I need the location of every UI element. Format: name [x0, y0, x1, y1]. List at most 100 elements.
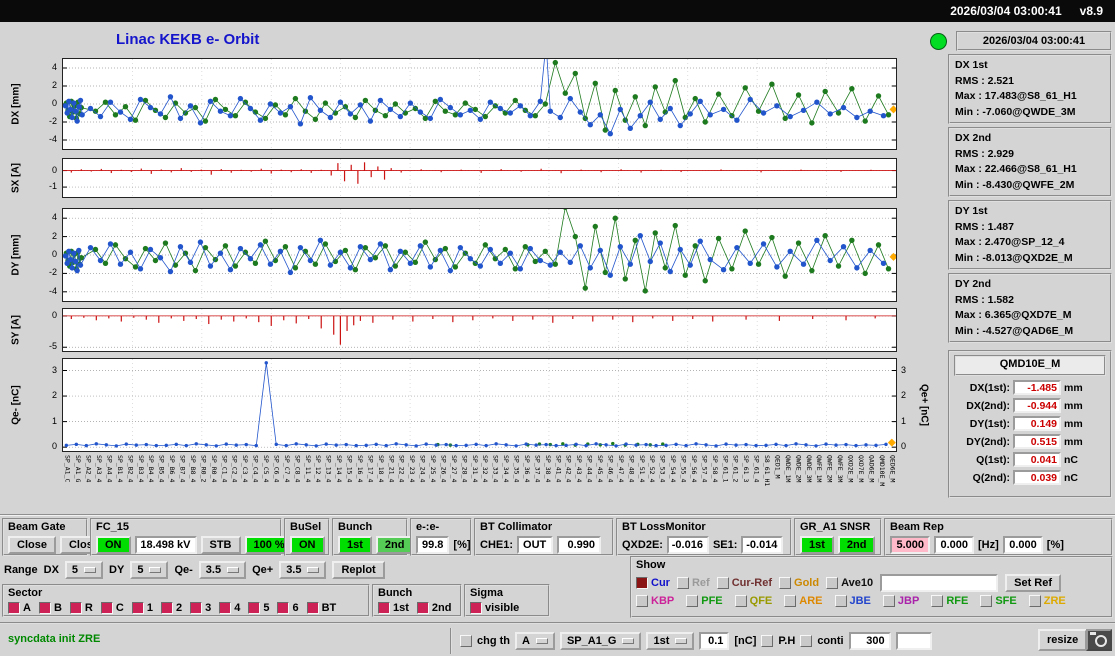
chg-th-checkbox[interactable] [460, 635, 472, 647]
sector-1-toggle[interactable]: 1 [131, 602, 153, 614]
checkbox[interactable] [980, 595, 993, 607]
conti-checkbox[interactable] [800, 635, 813, 647]
sector-a-toggle[interactable]: A [8, 602, 31, 614]
checkbox[interactable] [779, 577, 792, 589]
checkbox[interactable] [248, 602, 261, 614]
sigma-visible-toggle[interactable]: visible [470, 602, 519, 614]
show-gold-toggle[interactable]: Gold [779, 577, 819, 589]
show-qfe-toggle[interactable]: QFE [734, 595, 772, 607]
show-sfe-toggle[interactable]: SFE [980, 595, 1017, 607]
bpm-label: SP_B8_4 [188, 455, 197, 483]
checkbox[interactable] [416, 602, 429, 614]
sector-bt-toggle[interactable]: BT [306, 602, 336, 614]
bpm-label: SP_B4_4 [147, 455, 156, 483]
bpm-label: SP_R0_2 [199, 455, 208, 483]
screenshot-button[interactable] [1086, 629, 1112, 651]
sector-c-toggle[interactable]: C [100, 602, 124, 614]
threshold-field[interactable]: 0.1 [699, 632, 730, 650]
checkbox[interactable] [676, 577, 689, 589]
checkbox[interactable] [784, 595, 797, 607]
stats-max: Max : 17.483@S8_61_H1 [955, 90, 1077, 102]
checkbox[interactable] [160, 602, 173, 614]
range-dy-select[interactable]: 5 [130, 561, 169, 579]
checkbox[interactable] [1028, 595, 1041, 607]
bunch-1st-button[interactable]: 1st [338, 536, 372, 554]
sigma-visible-checkbox[interactable] [470, 602, 482, 614]
bpm-label: SP_44_4 [585, 455, 594, 483]
stats-max: Max : 2.470@SP_12_4 [955, 236, 1065, 248]
ref-name-input[interactable] [880, 574, 999, 592]
checkbox[interactable] [716, 577, 729, 589]
sector-2-toggle[interactable]: 2 [160, 602, 182, 614]
aux-input[interactable] [895, 632, 932, 650]
bunch-1st-toggle[interactable]: 1st [378, 602, 409, 614]
bpm-label: SP_45_4 [596, 455, 605, 483]
sector-r-toggle[interactable]: R [69, 602, 93, 614]
y-tick-label: -1 [48, 181, 57, 192]
bpm-label: SP_13_4 [324, 455, 333, 483]
busel-on-button[interactable]: ON [290, 536, 325, 554]
fc15-stb-button[interactable]: STB [200, 536, 241, 554]
resize-button[interactable]: resize [1038, 629, 1088, 651]
checkbox[interactable] [277, 602, 290, 614]
checkbox[interactable] [826, 577, 839, 589]
checkbox[interactable] [636, 595, 648, 607]
bunch-2nd-button[interactable]: 2nd [375, 536, 414, 554]
show-pfe-toggle[interactable]: PFE [686, 595, 723, 607]
checkbox[interactable] [636, 577, 648, 589]
bpm-label: SP_A3_4 [95, 455, 104, 483]
camera-icon [1090, 632, 1096, 635]
show-ref-toggle[interactable]: Ref [676, 577, 710, 589]
checkbox[interactable] [882, 595, 895, 607]
checkbox[interactable] [8, 602, 20, 614]
sector-b-toggle[interactable]: B [38, 602, 62, 614]
checkbox[interactable] [131, 602, 144, 614]
checkbox[interactable] [69, 602, 82, 614]
range-qe-plus-select[interactable]: 3.5 [279, 561, 327, 579]
set-ref-button[interactable]: Set Ref [1005, 574, 1062, 592]
checkbox[interactable] [931, 595, 944, 607]
show-ave10-toggle[interactable]: Ave10 [826, 577, 873, 589]
bunch-select[interactable]: 1st [646, 632, 695, 650]
ph-checkbox[interactable] [761, 635, 774, 647]
sector-6-toggle[interactable]: 6 [277, 602, 299, 614]
checkbox[interactable] [306, 602, 319, 614]
checkbox[interactable] [834, 595, 847, 607]
checkbox[interactable] [686, 595, 699, 607]
checkbox[interactable] [190, 602, 203, 614]
count-field[interactable]: 300 [848, 632, 891, 650]
bpm-label: SP_A4_4 [105, 455, 114, 483]
show-cur-toggle[interactable]: Cur [636, 577, 670, 589]
sector-4-toggle[interactable]: 4 [219, 602, 240, 614]
fc15-on-button[interactable]: ON [96, 536, 131, 554]
show-kbp-toggle[interactable]: KBP [636, 595, 674, 607]
show-zre-toggle[interactable]: ZRE [1028, 595, 1066, 607]
show-rfe-toggle[interactable]: RFE [931, 595, 968, 607]
show-are-toggle[interactable]: ARE [784, 595, 823, 607]
checkbox[interactable] [219, 602, 232, 614]
checkbox[interactable] [734, 595, 747, 607]
beam-gate-close-button-1[interactable]: Close [8, 536, 56, 554]
bpm-label: QXD2E_M [846, 455, 855, 483]
wave-select[interactable]: A [515, 632, 555, 650]
monitor-unit: mm [1064, 381, 1083, 394]
checkbox[interactable] [38, 602, 51, 614]
range-qe-minus-select[interactable]: 3.5 [198, 561, 247, 579]
bpm-label: SP_54_4 [669, 455, 678, 483]
bpm-select[interactable]: SP_A1_G [559, 632, 642, 650]
sector-3-toggle[interactable]: 3 [190, 602, 211, 614]
show-jbp-toggle[interactable]: JBP [882, 595, 919, 607]
monitor-label: DY(1st): [969, 417, 1010, 430]
bunch-checkbox-title: Bunch [378, 587, 413, 599]
gr-snsr-2nd-button[interactable]: 2nd [837, 536, 876, 554]
show-jbe-toggle[interactable]: JBE [834, 595, 871, 607]
show-cur-ref-toggle[interactable]: Cur-Ref [716, 577, 772, 589]
gr-snsr-1st-button[interactable]: 1st [800, 536, 834, 554]
range-dx-select[interactable]: 5 [64, 561, 104, 579]
bunch-2nd-toggle[interactable]: 2nd [416, 602, 451, 614]
bpm-label: SP_25_4 [429, 455, 438, 483]
sector-5-toggle[interactable]: 5 [248, 602, 269, 614]
replot-button[interactable]: Replot [332, 561, 385, 579]
checkbox[interactable] [378, 602, 390, 614]
checkbox[interactable] [100, 602, 113, 614]
